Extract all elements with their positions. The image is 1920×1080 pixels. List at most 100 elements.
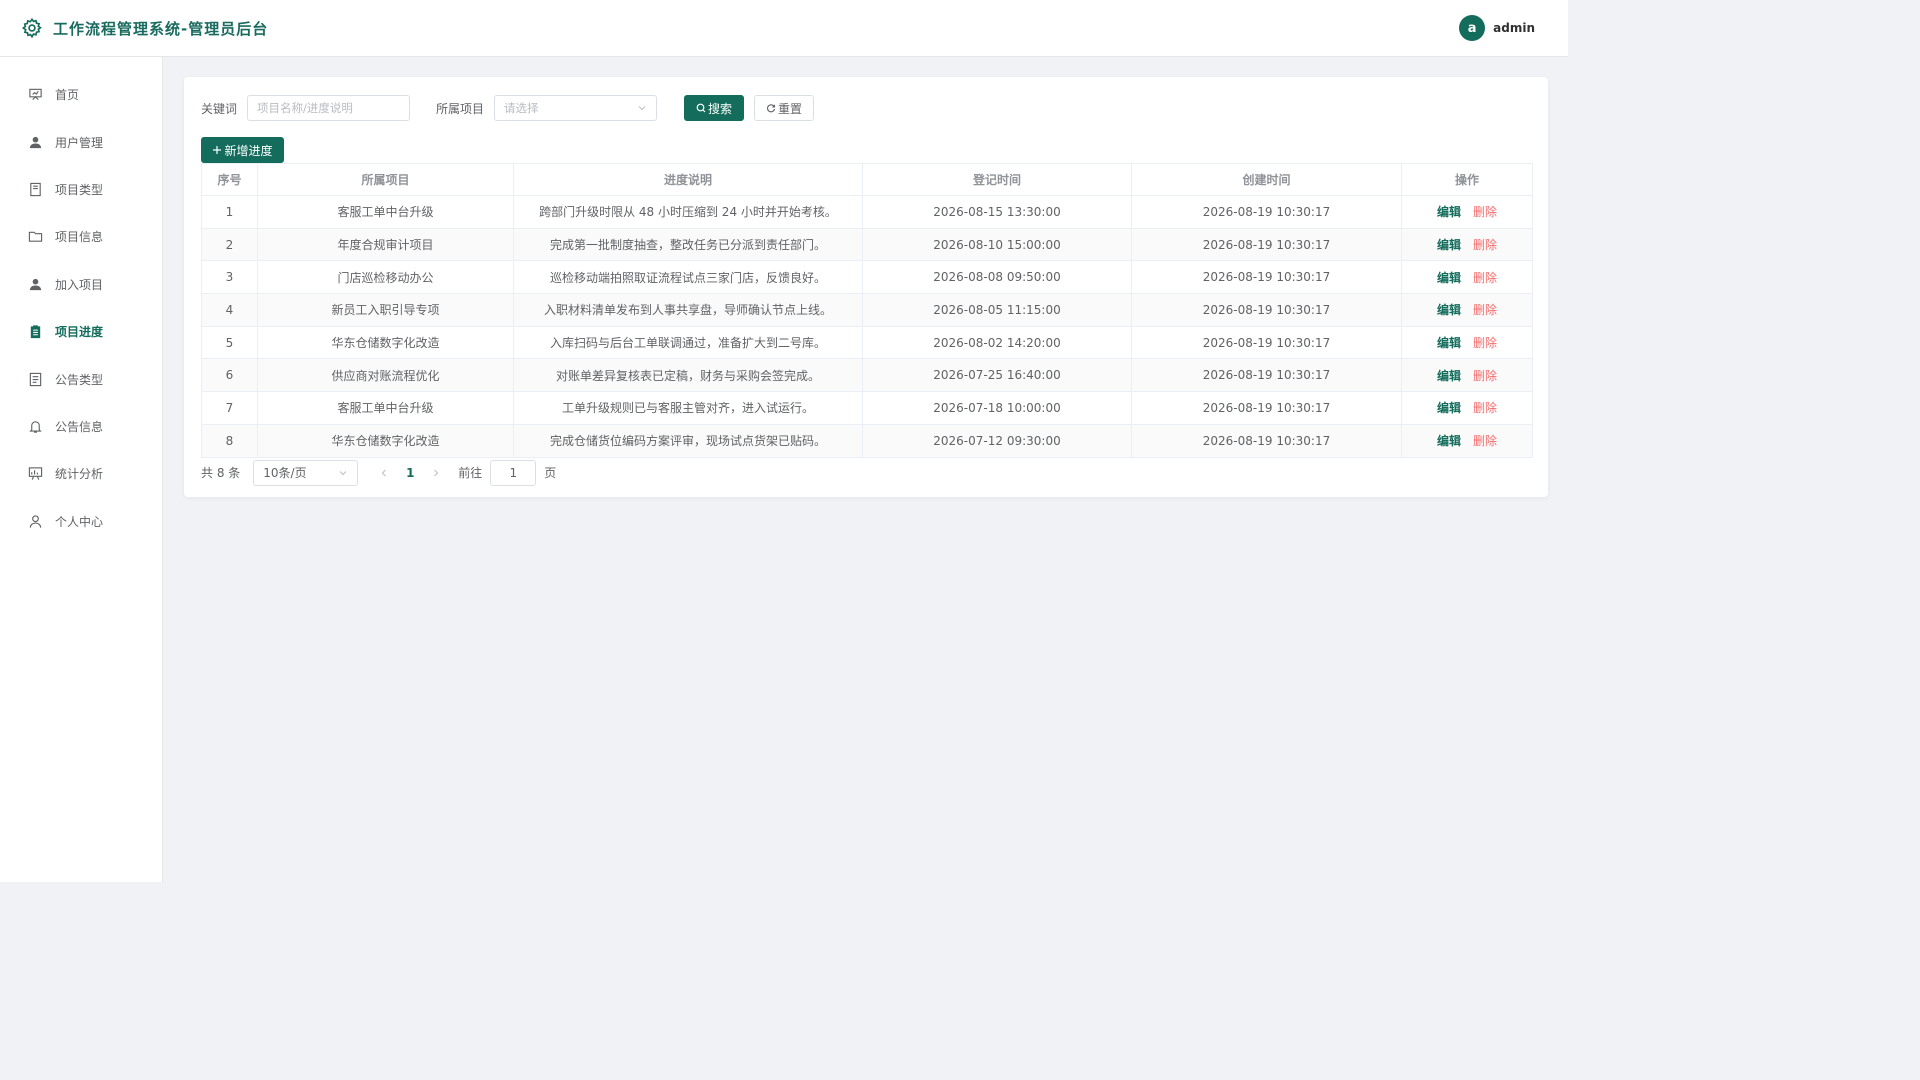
- page-number-current[interactable]: 1: [397, 466, 423, 480]
- project-placeholder: 请选择: [504, 101, 539, 115]
- sidebar-item-label: 统计分析: [55, 467, 104, 482]
- cell-created: 2026-08-19 10:30:17: [1131, 325, 1402, 360]
- sidebar-item-users[interactable]: 用户管理: [0, 118, 162, 165]
- chevron-left-icon: [381, 469, 387, 476]
- add-progress-label: 新增进度: [224, 143, 273, 158]
- cell-actions: 编辑 删除: [1401, 227, 1533, 262]
- column-header: 所属项目: [257, 163, 514, 196]
- edit-button[interactable]: 编辑: [1437, 401, 1461, 415]
- column-header: 操作: [1401, 163, 1533, 196]
- app-title: 工作流程管理系统-管理员后台: [53, 19, 269, 38]
- reset-button[interactable]: 重置: [754, 95, 815, 121]
- cell-created: 2026-08-19 10:30:17: [1131, 195, 1402, 229]
- chevron-down-icon: [339, 470, 347, 475]
- keyword-input[interactable]: 项目名称/进度说明: [247, 95, 411, 121]
- sidebar-item-notice-info[interactable]: 公告信息: [0, 403, 162, 450]
- top-header: 工作流程管理系统-管理员后台 a admin: [0, 0, 1568, 57]
- cell-reg-time: 2026-08-15 13:30:00: [862, 195, 1132, 229]
- cell-actions: 编辑 删除: [1401, 293, 1533, 327]
- edit-button[interactable]: 编辑: [1437, 369, 1461, 383]
- cell-no: 8: [201, 423, 258, 458]
- cell-project: 华东仓储数字化改造: [257, 325, 514, 360]
- page-size-value: 10条/页: [263, 466, 307, 480]
- toolbar: 新增进度: [201, 137, 1531, 163]
- goto-page-input[interactable]: 1: [490, 459, 537, 486]
- document-icon: [29, 372, 42, 386]
- cell-desc: 跨部门升级时限从 48 小时压缩到 24 小时并开始考核。: [513, 195, 863, 229]
- cell-reg-time: 2026-08-05 11:15:00: [862, 293, 1132, 327]
- cell-actions: 编辑 删除: [1401, 195, 1533, 229]
- delete-button[interactable]: 删除: [1473, 205, 1497, 219]
- gear-icon: [21, 17, 42, 39]
- cell-project: 门店巡检移动办公: [257, 260, 514, 295]
- folder-icon: [28, 232, 43, 243]
- edit-button[interactable]: 编辑: [1437, 434, 1461, 448]
- refresh-icon: [767, 104, 776, 113]
- cell-project: 华东仓储数字化改造: [257, 423, 514, 458]
- edit-button[interactable]: 编辑: [1437, 271, 1461, 285]
- table-row: 3 门店巡检移动办公 巡检移动端拍照取证流程试点三家门店，反馈良好。 2026-…: [201, 260, 1533, 295]
- chart-board-icon: [28, 467, 43, 481]
- sidebar-item-join-project[interactable]: 加入项目: [0, 261, 162, 308]
- table-row: 4 新员工入职引导专项 入职材料清单发布到人事共享盘，导师确认节点上线。 202…: [201, 293, 1533, 327]
- delete-button[interactable]: 删除: [1473, 434, 1497, 448]
- cell-no: 7: [201, 391, 258, 425]
- project-select[interactable]: 请选择: [494, 95, 658, 121]
- sidebar-item-profile[interactable]: 个人中心: [0, 498, 162, 545]
- sidebar-item-notice-types[interactable]: 公告类型: [0, 355, 162, 402]
- plus-icon: [213, 146, 222, 154]
- sidebar-item-home[interactable]: 首页: [0, 71, 162, 118]
- sidebar-item-label: 加入项目: [55, 277, 104, 292]
- cell-no: 4: [201, 293, 258, 327]
- cell-reg-time: 2026-07-25 16:40:00: [862, 358, 1132, 393]
- column-header: 登记时间: [862, 163, 1132, 196]
- user-menu[interactable]: a admin: [1459, 15, 1547, 41]
- user-outline-icon: [29, 515, 42, 528]
- column-header: 进度说明: [513, 163, 863, 196]
- delete-button[interactable]: 删除: [1473, 238, 1497, 252]
- add-progress-button[interactable]: 新增进度: [201, 137, 284, 163]
- sidebar-item-project-progress[interactable]: 项目进度: [0, 308, 162, 355]
- cell-project: 客服工单中台升级: [257, 391, 514, 425]
- delete-button[interactable]: 删除: [1473, 369, 1497, 383]
- cell-reg-time: 2026-07-18 10:00:00: [862, 391, 1132, 425]
- project-label: 所属项目: [436, 101, 485, 116]
- username[interactable]: admin: [1493, 21, 1535, 35]
- sidebar-item-label: 个人中心: [55, 514, 104, 529]
- sidebar-item-statistics[interactable]: 统计分析: [0, 450, 162, 497]
- user-icon: [29, 278, 42, 290]
- sidebar-item-label: 首页: [55, 88, 80, 103]
- table-row: 1 客服工单中台升级 跨部门升级时限从 48 小时压缩到 24 小时并开始考核。…: [201, 195, 1533, 229]
- cell-actions: 编辑 删除: [1401, 358, 1533, 393]
- prev-page-button[interactable]: [371, 466, 397, 480]
- cell-project: 客服工单中台升级: [257, 195, 514, 229]
- delete-button[interactable]: 删除: [1473, 271, 1497, 285]
- search-button[interactable]: 搜索: [684, 95, 745, 121]
- brand: 工作流程管理系统-管理员后台: [21, 17, 268, 39]
- edit-button[interactable]: 编辑: [1437, 238, 1461, 252]
- next-page-button[interactable]: [423, 466, 449, 480]
- edit-button[interactable]: 编辑: [1437, 303, 1461, 317]
- sidebar-item-project-info[interactable]: 项目信息: [0, 213, 162, 260]
- reset-button-label: 重置: [778, 101, 803, 116]
- cell-project: 新员工入职引导专项: [257, 293, 514, 327]
- cell-actions: 编辑 删除: [1401, 325, 1533, 360]
- edit-button[interactable]: 编辑: [1437, 205, 1461, 219]
- edit-button[interactable]: 编辑: [1437, 336, 1461, 350]
- cell-desc: 完成仓储货位编码方案评审，现场试点货架已贴码。: [513, 423, 863, 458]
- search-form: 关键词 项目名称/进度说明 所属项目 请选择 搜索 重置: [201, 94, 1531, 122]
- cell-desc: 完成第一批制度抽查，整改任务已分派到责任部门。: [513, 227, 863, 262]
- sidebar-item-label: 项目类型: [55, 182, 104, 197]
- sidebar-item-project-types[interactable]: 项目类型: [0, 166, 162, 213]
- keyword-label: 关键词: [201, 101, 238, 116]
- cell-created: 2026-08-19 10:30:17: [1131, 293, 1402, 327]
- avatar[interactable]: a: [1459, 15, 1486, 41]
- delete-button[interactable]: 删除: [1473, 336, 1497, 350]
- cell-no: 5: [201, 325, 258, 360]
- cell-created: 2026-08-19 10:30:17: [1131, 227, 1402, 262]
- delete-button[interactable]: 删除: [1473, 401, 1497, 415]
- delete-button[interactable]: 删除: [1473, 303, 1497, 317]
- cell-desc: 对账单差异复核表已定稿，财务与采购会签完成。: [513, 358, 863, 393]
- sidebar-item-label: 项目进度: [55, 325, 104, 340]
- page-size-select[interactable]: 10条/页: [253, 459, 359, 486]
